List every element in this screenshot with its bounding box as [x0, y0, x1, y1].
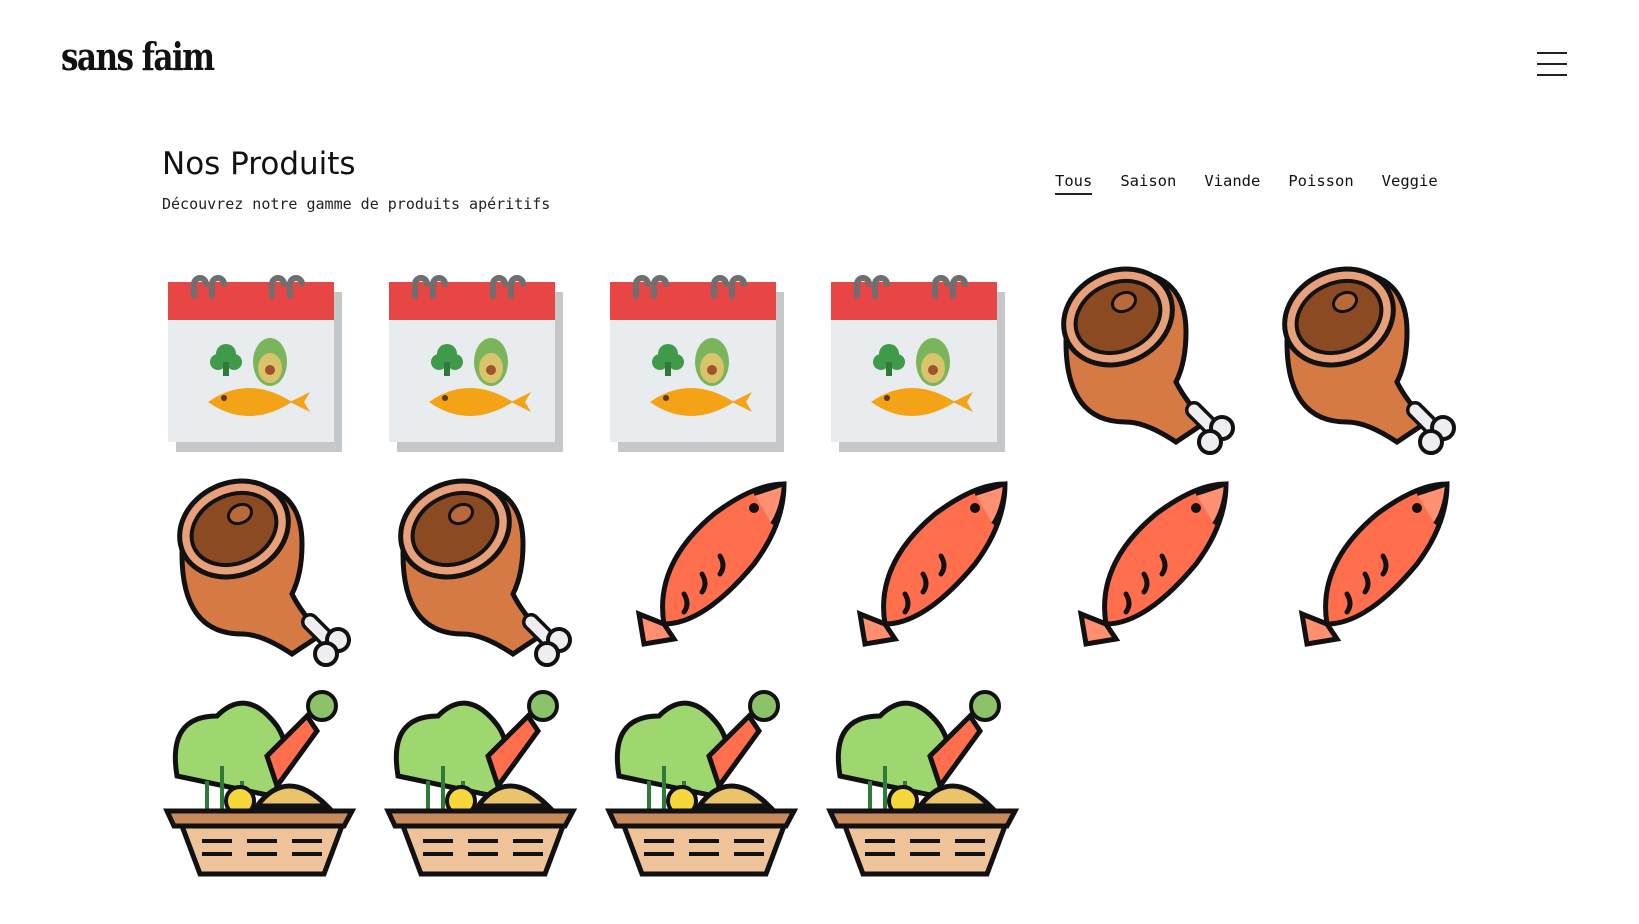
vegetable-basket-icon: [383, 686, 583, 886]
seasonal-calendar-icon: [825, 262, 1025, 462]
product-card[interactable]: [162, 262, 362, 462]
product-card[interactable]: [1267, 474, 1467, 674]
product-card[interactable]: [383, 262, 583, 462]
seasonal-calendar-icon: [383, 262, 583, 462]
product-card[interactable]: [1046, 474, 1246, 674]
product-card[interactable]: [604, 474, 804, 674]
product-card[interactable]: [383, 474, 583, 674]
page-subtitle: Découvrez notre gamme de produits apérit…: [162, 195, 551, 213]
vegetable-basket-icon: [162, 686, 362, 886]
filter-viande[interactable]: Viande: [1204, 172, 1260, 195]
fish-icon: [1267, 474, 1467, 674]
product-card[interactable]: [825, 262, 1025, 462]
product-card[interactable]: [825, 474, 1025, 674]
filter-tabs: Tous Saison Viande Poisson Veggie: [1055, 172, 1438, 195]
product-card[interactable]: [825, 686, 1025, 886]
ham-leg-icon: [383, 474, 583, 674]
vegetable-basket-icon: [604, 686, 804, 886]
logo[interactable]: sans faim: [61, 38, 215, 76]
ham-leg-icon: [1267, 262, 1467, 462]
filter-tous[interactable]: Tous: [1055, 172, 1093, 195]
fish-icon: [1046, 474, 1246, 674]
filter-poisson[interactable]: Poisson: [1288, 172, 1353, 195]
product-card[interactable]: [604, 686, 804, 886]
product-card[interactable]: [383, 686, 583, 886]
fish-icon: [604, 474, 804, 674]
filter-veggie[interactable]: Veggie: [1382, 172, 1438, 195]
seasonal-calendar-icon: [604, 262, 804, 462]
seasonal-calendar-icon: [162, 262, 362, 462]
hamburger-menu-icon[interactable]: [1537, 50, 1567, 78]
product-card[interactable]: [162, 474, 362, 674]
page-title: Nos Produits: [162, 146, 356, 182]
product-card[interactable]: [162, 686, 362, 886]
product-card[interactable]: [604, 262, 804, 462]
vegetable-basket-icon: [825, 686, 1025, 886]
product-card[interactable]: [1267, 262, 1467, 462]
filter-saison[interactable]: Saison: [1120, 172, 1176, 195]
product-card[interactable]: [1046, 262, 1246, 462]
ham-leg-icon: [162, 474, 362, 674]
ham-leg-icon: [1046, 262, 1246, 462]
fish-icon: [825, 474, 1025, 674]
